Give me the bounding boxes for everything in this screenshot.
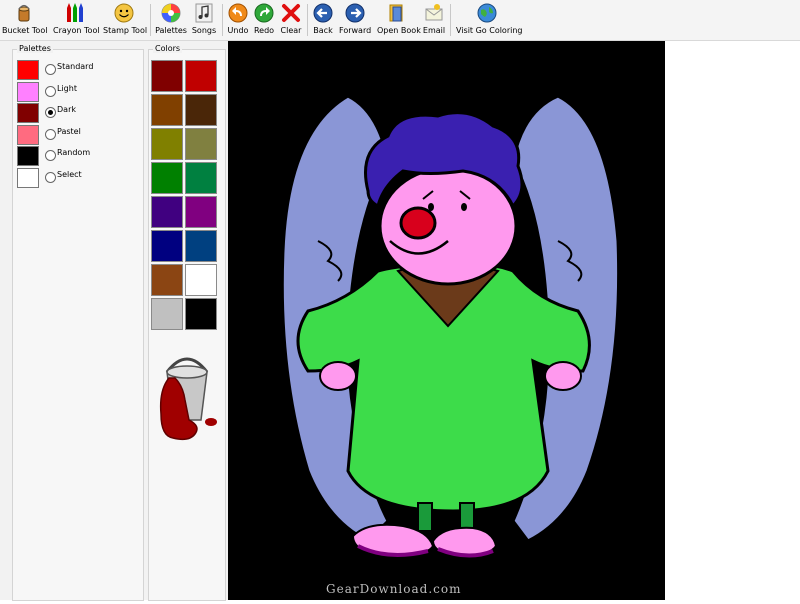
open-book-button[interactable]: Open Book [377,2,421,38]
email-label: Email [422,26,446,35]
email-button[interactable]: Email [421,2,447,38]
forward-arrow-icon [345,3,365,23]
color-swatch[interactable] [151,162,183,194]
songs-button[interactable]: Songs [190,2,218,38]
bucket-tool-button[interactable]: Bucket Tool [2,2,48,38]
palette-radio[interactable] [45,107,56,118]
colors-group: Colors [148,44,226,601]
stamp-tool-button[interactable]: Stamp Tool [103,2,148,38]
back-arrow-icon [313,3,333,23]
clear-button[interactable]: Clear [279,2,303,38]
right-blank-area [665,41,800,600]
smiley-stamp-icon [114,3,134,23]
crayon-tool-label: Crayon Tool [53,26,100,35]
open-book-icon [389,4,403,22]
back-button[interactable]: Back [311,2,335,38]
palette-radio[interactable] [45,64,56,75]
color-swatch[interactable] [151,128,183,160]
watermark: GearDownload.com [326,582,462,596]
back-label: Back [313,26,333,35]
color-swatch[interactable] [185,60,217,92]
undo-button[interactable]: Undo [226,2,250,38]
color-swatch[interactable] [185,128,217,160]
visit-go-coloring-label: Visit Go Coloring [456,26,523,35]
toolbar-separator [150,4,151,36]
undo-icon [228,3,248,23]
toolbar-separator [307,4,308,36]
toolbar-separator [222,4,223,36]
color-swatch[interactable] [185,230,217,262]
globe-icon [477,3,497,23]
forward-button[interactable]: Forward [339,2,371,38]
open-book-label: Open Book [377,26,421,35]
color-swatch[interactable] [185,298,217,330]
bucket-tool-icon [18,4,30,22]
forward-label: Forward [339,26,372,35]
palette-swatch [17,103,39,123]
color-swatch[interactable] [151,196,183,228]
redo-icon [254,3,274,23]
color-swatch[interactable] [185,162,217,194]
color-swatch-grid [151,60,219,330]
palette-swatch [17,60,39,80]
color-wheel-icon [161,3,181,23]
palette-swatch [17,124,39,145]
color-swatch[interactable] [151,264,183,296]
clear-label: Clear [280,26,302,35]
palette-radio[interactable] [45,171,56,183]
paint-bucket-icon [159,357,217,441]
colors-title: Colors [153,44,183,53]
color-swatch[interactable] [151,298,183,330]
email-icon [425,4,443,21]
palettes-group: Palettes Standard Light Dark Pastel Random Se… [12,44,144,601]
visit-go-coloring-button[interactable]: Visit Go Coloring [456,2,523,38]
color-swatch[interactable] [185,196,217,228]
palettes-label: Palettes [155,26,187,35]
undo-label: Undo [227,26,249,35]
left-panel: Palettes Standard Light Dark Pastel Random Se… [0,41,228,601]
stamp-tool-label: Stamp Tool [103,26,148,35]
palette-radio[interactable] [45,128,56,140]
color-swatch[interactable] [151,94,183,126]
color-swatch[interactable] [151,230,183,262]
palettes-button[interactable]: Palettes [154,2,188,38]
clear-x-icon [282,4,300,22]
music-note-icon [195,3,213,23]
toolbar: Bucket Tool Crayon Tool Stamp Tool Palet… [0,0,800,41]
redo-button[interactable]: Redo [252,2,276,38]
color-swatch[interactable] [185,264,217,296]
color-swatch[interactable] [185,94,217,126]
crayon-tool-icon [67,3,83,22]
palette-swatch [17,167,39,188]
toolbar-separator [450,4,451,36]
palette-label: Standard [57,62,94,71]
coloring-canvas[interactable]: GearDownload.com [228,41,665,600]
palette-label: Random [57,148,91,157]
palette-label: Pastel [57,126,81,136]
palette-radio[interactable] [45,150,56,161]
palette-label: Dark [57,105,76,114]
angel-illustration [280,94,621,558]
palette-swatch [17,81,39,102]
redo-label: Redo [253,26,275,35]
songs-label: Songs [191,26,217,35]
crayon-tool-button[interactable]: Crayon Tool [53,2,100,38]
palette-swatch [17,146,39,166]
palette-label: Select [57,169,82,179]
palettes-title: Palettes [17,44,53,53]
color-swatch[interactable] [151,60,183,92]
palette-radio[interactable] [45,85,56,97]
bucket-tool-label: Bucket Tool [2,26,48,35]
palette-label: Light [57,83,77,93]
